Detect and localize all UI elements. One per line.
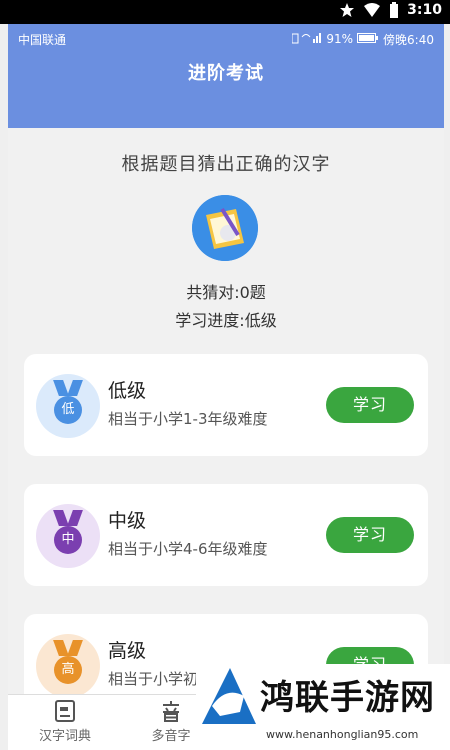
medal-icon: 中	[54, 526, 82, 554]
phone-time: 傍晚6:40	[383, 32, 434, 47]
study-button-mid[interactable]: 学习	[326, 517, 414, 553]
instruction-text: 根据题目猜出正确的汉字	[121, 154, 331, 175]
dictionary-icon	[53, 699, 77, 723]
medal-icon: 低	[54, 396, 82, 424]
level-name: 低级	[108, 380, 147, 402]
system-status-bar: 3:10	[0, 0, 450, 24]
app-screen: 中国联通 91% 傍晚6:40 进阶考试 根据题目猜出正确的汉字 共猜对:0题	[8, 24, 444, 750]
star-icon	[339, 2, 355, 18]
level-badge: 低	[36, 374, 100, 438]
level-name: 中级	[108, 510, 147, 532]
level-name: 高级	[108, 640, 147, 662]
nav-label: 多音字	[151, 729, 191, 744]
correct-count: 共猜对:0题	[186, 283, 266, 302]
phone-status-bar: 中国联通 91% 傍晚6:40	[18, 30, 434, 48]
level-card-low: 低 低级 相当于小学1-3年级难度 学习	[24, 354, 428, 456]
watermark-url: www.henanhonglian95.com	[266, 728, 419, 741]
phone-battery-icon	[357, 32, 379, 47]
nav-label: 汉字词典	[38, 729, 91, 744]
medal-icon: 高	[54, 656, 82, 684]
watermark: 鸿联手游网 www.henanhonglian95.com	[196, 664, 450, 750]
battery-percent: 91%	[326, 32, 354, 46]
sound-icon	[159, 699, 183, 723]
learning-progress: 学习进度:低级	[175, 311, 277, 330]
level-description: 相当于小学4-6年级难度	[108, 540, 268, 558]
quiz-avatar	[192, 195, 258, 261]
carrier: 中国联通	[18, 32, 67, 47]
signal-icon	[291, 32, 322, 47]
nav-item-dictionary[interactable]: 汉字词典	[30, 699, 100, 744]
wifi-icon	[363, 2, 381, 18]
level-description: 相当于小学1-3年级难度	[108, 410, 268, 428]
study-button-low[interactable]: 学习	[326, 387, 414, 423]
level-badge: 中	[36, 504, 100, 568]
page-title: 进阶考试	[188, 63, 264, 84]
watermark-text: 鸿联手游网	[260, 678, 435, 718]
level-card-mid: 中 中级 相当于小学4-6年级难度 学习	[24, 484, 428, 586]
level-badge: 高	[36, 634, 100, 698]
system-time: 3:10	[407, 2, 442, 18]
header: 中国联通 91% 傍晚6:40 进阶考试	[8, 24, 444, 128]
watermark-logo-icon	[200, 666, 258, 730]
battery-icon	[389, 2, 399, 18]
